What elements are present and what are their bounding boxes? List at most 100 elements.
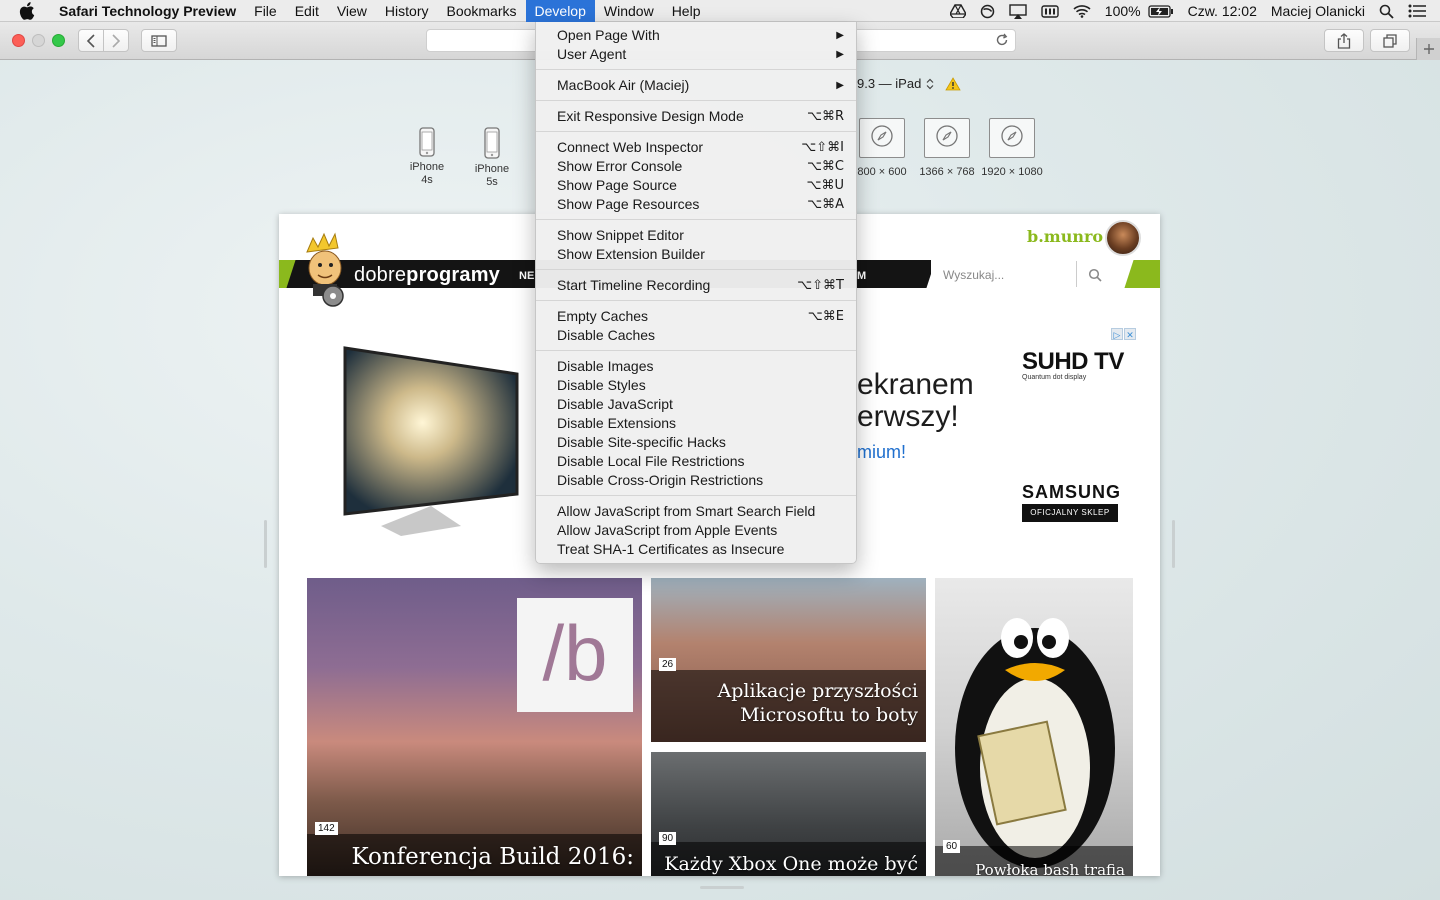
menu-item-disable-extensions[interactable]: Disable Extensions — [536, 414, 856, 433]
sidebar-toggle-button[interactable] — [141, 29, 177, 52]
menu-bar: Safari Technology Preview File Edit View… — [0, 0, 1440, 22]
zoom-window-button[interactable] — [52, 34, 65, 47]
menu-view[interactable]: View — [328, 0, 376, 22]
menu-item-show-extension-builder[interactable]: Show Extension Builder — [536, 245, 856, 264]
develop-menu-dropdown: Open Page With ▶ User Agent ▶ MacBook Air (M… — [535, 22, 857, 564]
article-tile[interactable]: 60 Powłoka bash trafia — [935, 578, 1133, 876]
menu-item-start-timeline-recording[interactable]: Start Timeline Recording ⌥⇧⌘T — [536, 276, 856, 295]
nav-item-partial-right[interactable]: M — [857, 270, 866, 282]
device-iphone-4s[interactable]: iPhone 4s — [402, 127, 452, 187]
device-iphone-5s[interactable]: iPhone 5s — [467, 127, 517, 189]
close-window-button[interactable] — [12, 34, 25, 47]
wifi-icon[interactable] — [1066, 0, 1098, 22]
menu-history[interactable]: History — [376, 0, 438, 22]
menu-item-disable-local-file-restrictions[interactable]: Disable Local File Restrictions — [536, 452, 856, 471]
menu-item-open-page-with[interactable]: Open Page With ▶ — [536, 26, 856, 45]
menu-item-disable-styles[interactable]: Disable Styles — [536, 376, 856, 395]
menu-item-treat-sha-1-certificates-as-insecure[interactable]: Treat SHA-1 Certificates as Insecure — [536, 540, 856, 559]
screen-1920x1080[interactable]: 1920 × 1080 — [970, 118, 1054, 179]
back-button[interactable] — [78, 29, 104, 52]
battery-icon[interactable] — [1147, 0, 1181, 22]
site-search-input[interactable]: Wyszukaj... — [943, 268, 1073, 282]
menu-item-label: Start Timeline Recording — [557, 277, 711, 293]
minimize-window-button[interactable] — [32, 34, 45, 47]
search-icon[interactable] — [1088, 268, 1102, 282]
spotlight-icon[interactable] — [1372, 0, 1401, 22]
menu-item-shortcut: ⌥⌘E — [807, 309, 844, 324]
menu-item-shortcut: ⌥⌘C — [806, 159, 844, 174]
menu-item-disable-cross-origin-restrictions[interactable]: Disable Cross-Origin Restrictions — [536, 471, 856, 490]
menu-item-macbook-air-maciej[interactable]: MacBook Air (Maciej) ▶ — [536, 76, 856, 95]
menu-item-show-page-source[interactable]: Show Page Source ⌥⌘U — [536, 176, 856, 195]
menu-item-label: Exit Responsive Design Mode — [557, 108, 744, 124]
menu-item-show-snippet-editor[interactable]: Show Snippet Editor — [536, 226, 856, 245]
menu-app-name[interactable]: Safari Technology Preview — [50, 0, 245, 22]
resize-handle-left[interactable] — [264, 520, 267, 568]
menu-item-show-page-resources[interactable]: Show Page Resources ⌥⌘A — [536, 195, 856, 214]
new-tab-button[interactable] — [1416, 38, 1440, 60]
menu-item-shortcut: ⌥⌘A — [807, 197, 844, 212]
reload-icon[interactable] — [995, 33, 1009, 47]
menu-item-allow-javascript-from-smart-search-field[interactable]: Allow JavaScript from Smart Search Field — [536, 502, 856, 521]
menu-item-exit-responsive-design-mode[interactable]: Exit Responsive Design Mode ⌥⌘R — [536, 107, 856, 126]
menu-item-disable-site-specific-hacks[interactable]: Disable Site-specific Hacks — [536, 433, 856, 452]
tux-penguin-image — [955, 618, 1115, 868]
menu-edit[interactable]: Edit — [286, 0, 328, 22]
menu-item-user-agent[interactable]: User Agent ▶ — [536, 45, 856, 64]
avatar[interactable] — [1105, 220, 1141, 256]
menu-item-label: Show Extension Builder — [557, 246, 705, 262]
article-title-line-2: Microsoftu to boty — [740, 704, 918, 726]
resize-handle-right[interactable] — [1172, 520, 1175, 568]
ad-cta[interactable]: mium! — [857, 442, 906, 463]
menu-item-disable-caches[interactable]: Disable Caches — [536, 326, 856, 345]
share-button[interactable] — [1324, 29, 1364, 52]
site-logo[interactable]: dobreprogramy — [354, 264, 500, 287]
ad-headline-1: ekranem — [857, 368, 974, 401]
airplay-icon[interactable] — [1002, 0, 1034, 22]
no-entry-icon[interactable] — [973, 0, 1002, 22]
battery-meter-icon[interactable] — [1034, 0, 1066, 22]
menu-bookmarks[interactable]: Bookmarks — [437, 0, 525, 22]
samsung-store-badge[interactable]: OFICJALNY SKLEP — [1022, 504, 1118, 522]
menu-item-label: Disable Local File Restrictions — [557, 453, 745, 469]
menu-window[interactable]: Window — [595, 0, 663, 22]
article-tile[interactable]: /b 142 Konferencja Build 2016: — [307, 578, 642, 876]
build-logo: /b — [517, 598, 633, 712]
menu-separator — [536, 100, 856, 101]
menu-item-label: Connect Web Inspector — [557, 139, 704, 155]
menu-item-disable-images[interactable]: Disable Images — [536, 357, 856, 376]
apple-menu-icon[interactable] — [18, 1, 36, 20]
menu-item-show-error-console[interactable]: Show Error Console ⌥⌘C — [536, 157, 856, 176]
resize-handle-bottom[interactable] — [700, 886, 744, 889]
menu-item-disable-javascript[interactable]: Disable JavaScript — [536, 395, 856, 414]
nav-item-partial[interactable]: NE — [519, 270, 534, 282]
device-selector[interactable]: 9.3 — iPad — [857, 76, 962, 91]
site-username[interactable]: b.munro — [1027, 227, 1103, 246]
article-tile[interactable]: 26 Aplikacje przyszłości Microsoftu to b… — [651, 578, 926, 742]
menu-file[interactable]: File — [245, 0, 286, 22]
drive-icon[interactable] — [943, 0, 973, 22]
clock[interactable]: Czw. 12:02 — [1181, 0, 1264, 22]
show-tabs-button[interactable] — [1370, 29, 1410, 52]
menu-develop[interactable]: Develop — [525, 0, 595, 22]
submenu-arrow-icon: ▶ — [836, 49, 844, 60]
menu-help[interactable]: Help — [663, 0, 710, 22]
menu-separator — [536, 219, 856, 220]
ad-tv-image[interactable] — [341, 346, 521, 544]
article-tile[interactable]: 90 Każdy Xbox One może być — [651, 752, 926, 876]
user-name[interactable]: Maciej Olanicki — [1264, 0, 1372, 22]
adchoices-icon[interactable]: ▷ — [1111, 328, 1123, 340]
plus-icon — [1423, 44, 1434, 54]
site-logo-mascot-icon[interactable] — [303, 232, 355, 308]
menu-item-label: Show Page Resources — [557, 196, 700, 212]
menu-item-label: Disable Caches — [557, 327, 656, 343]
ad-close-icon[interactable]: ✕ — [1124, 328, 1136, 340]
menu-item-label: Empty Caches — [557, 308, 649, 324]
notification-center-icon[interactable] — [1401, 0, 1440, 22]
menu-item-allow-javascript-from-apple-events[interactable]: Allow JavaScript from Apple Events — [536, 521, 856, 540]
menu-item-empty-caches[interactable]: Empty Caches ⌥⌘E — [536, 307, 856, 326]
forward-button[interactable] — [103, 29, 129, 52]
menu-item-label: Disable JavaScript — [557, 396, 673, 412]
menu-item-connect-web-inspector[interactable]: Connect Web Inspector ⌥⇧⌘I — [536, 138, 856, 157]
battery-percent[interactable]: 100% — [1098, 0, 1148, 22]
